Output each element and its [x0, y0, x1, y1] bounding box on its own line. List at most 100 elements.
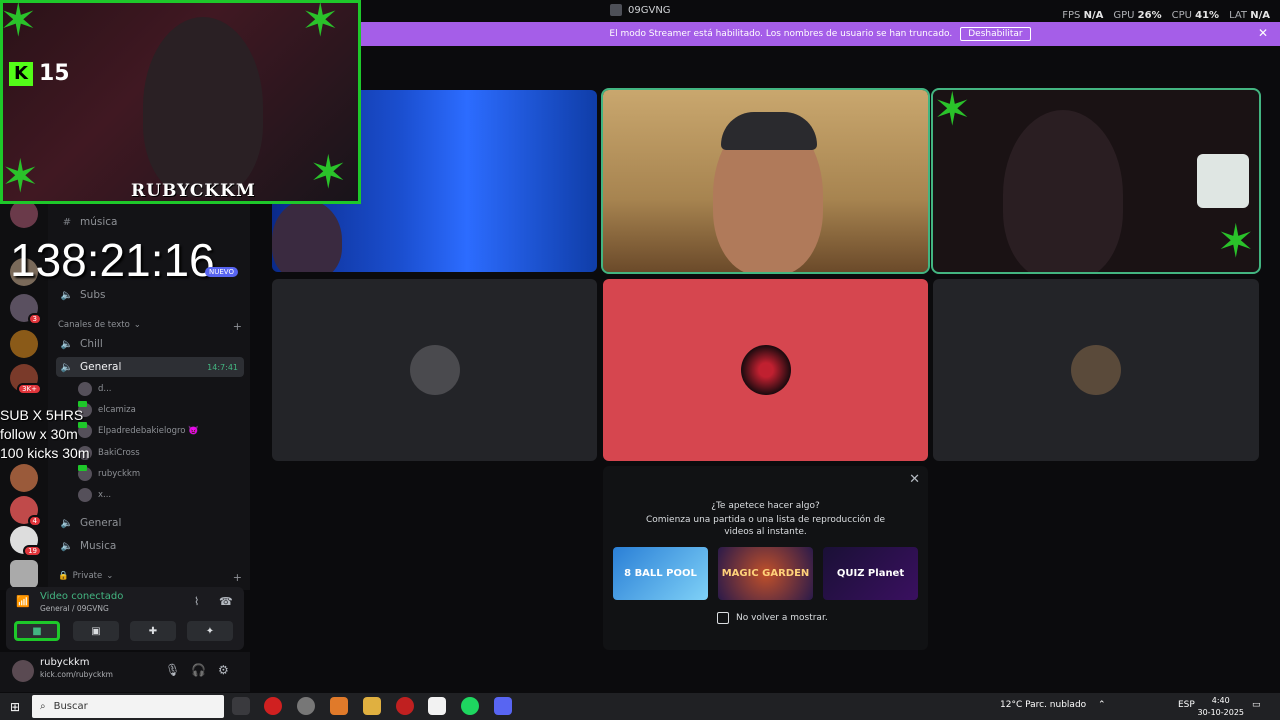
- category-text-channels[interactable]: Canales de texto ⌄ +: [58, 320, 242, 333]
- leaf-decoration: ✶: [1216, 214, 1255, 268]
- camera-icon: [78, 465, 87, 471]
- video-tile-speaking[interactable]: [601, 88, 930, 274]
- server-icon[interactable]: 3: [10, 294, 42, 325]
- taskbar: ⊞ ⌕ Buscar 12°C Parc. nublado ⌃ ESP 4:40…: [0, 693, 1280, 720]
- activities-button[interactable]: ✚: [130, 621, 176, 641]
- voice-user[interactable]: BakiCross: [78, 444, 242, 462]
- video-tile-avatar[interactable]: [272, 279, 597, 461]
- avatar: [409, 345, 460, 395]
- search-placeholder: Buscar: [53, 701, 88, 712]
- taskbar-clock[interactable]: 4:40 30-10-2025: [1198, 695, 1245, 719]
- voice-connection-panel: 📶 Video conectado General / 09GVNG ⌇ ☎ ■…: [6, 587, 244, 650]
- streamer-video: [143, 17, 263, 197]
- voice-user[interactable]: d...: [78, 380, 242, 398]
- folder-icon[interactable]: [363, 697, 381, 715]
- soundboard-button[interactable]: ✦: [187, 621, 233, 641]
- lock-icon: 🔒: [58, 571, 69, 581]
- channel-chill[interactable]: 🔈 Chill: [56, 334, 244, 354]
- stat-fps: FPS N/A: [1062, 10, 1104, 21]
- game-magic-garden[interactable]: MAGIC GARDEN: [718, 547, 813, 600]
- app-icon[interactable]: [330, 697, 348, 715]
- windows-start-icon[interactable]: ⊞: [10, 700, 20, 714]
- voice-status[interactable]: Video conectado: [40, 591, 123, 602]
- noise-suppression-icon[interactable]: ⌇: [194, 595, 199, 608]
- notification-badge: 19: [23, 545, 42, 557]
- channel-general-active[interactable]: 🔈 General 14:7:41: [56, 357, 244, 377]
- server-icon[interactable]: [10, 560, 38, 588]
- subathon-rules: SUB X 5HRS follow x 30m 100 kicks 30m: [0, 407, 90, 461]
- channel-label: Chill: [80, 338, 103, 350]
- add-channel-icon[interactable]: +: [233, 320, 242, 333]
- server-icon[interactable]: 19: [10, 526, 42, 557]
- webcam-overlay: ✶ ✶ ✶ ✶ K 15 RUBYCKKM: [0, 0, 361, 204]
- stat-cpu: CPU 41%: [1171, 10, 1220, 21]
- signal-icon: 📶: [16, 595, 30, 608]
- window-title-text: 09GVNG: [628, 4, 671, 16]
- task-view-icon[interactable]: [232, 697, 250, 715]
- hash-icon: #: [62, 216, 72, 228]
- screen-share-button[interactable]: ▣: [73, 621, 119, 641]
- chevron-up-icon[interactable]: ⌃: [1098, 700, 1106, 710]
- participant-video: [272, 200, 342, 272]
- voice-user[interactable]: x...: [78, 486, 242, 504]
- close-icon[interactable]: ✕: [909, 472, 920, 487]
- discord-icon[interactable]: [494, 697, 512, 715]
- chevron-down-icon: ⌄: [133, 320, 141, 330]
- channel-general-voice[interactable]: 🔈 General: [56, 513, 244, 533]
- server-icon[interactable]: [10, 200, 38, 228]
- server-icon: [610, 4, 622, 16]
- voice-user[interactable]: elcamiza: [78, 401, 242, 419]
- disconnect-icon[interactable]: ☎: [219, 595, 233, 608]
- app-icon[interactable]: [297, 697, 315, 715]
- add-channel-icon[interactable]: +: [233, 571, 242, 584]
- dont-show-again-checkbox[interactable]: [717, 612, 729, 624]
- voice-channel[interactable]: General / 09GVNG: [40, 604, 109, 613]
- category-private[interactable]: 🔒 Private ⌄ +: [58, 571, 242, 584]
- channel-label: Musica: [80, 540, 117, 552]
- streamer-mode-message: El modo Streamer está habilitado. Los no…: [609, 29, 953, 39]
- app-icon[interactable]: [396, 697, 414, 715]
- server-icon[interactable]: 3K+: [10, 364, 42, 395]
- camera-button[interactable]: ■: [14, 621, 60, 641]
- weather-widget[interactable]: 12°C Parc. nublado: [1000, 700, 1086, 710]
- opera-icon[interactable]: [264, 697, 282, 715]
- video-tile-avatar[interactable]: [603, 279, 928, 461]
- video-tile-speaking[interactable]: ✶ ✶: [931, 88, 1261, 274]
- game-8-ball-pool[interactable]: 8 BALL POOL: [613, 547, 708, 600]
- game-quiz-planet[interactable]: QUIZ Planet: [823, 547, 918, 600]
- kick-counter: K 15: [9, 61, 70, 86]
- server-icon[interactable]: [10, 464, 38, 492]
- stat-lat: LAT N/A: [1229, 10, 1270, 21]
- speaker-icon: 🔈: [60, 338, 74, 350]
- activity-suggestion-card: ✕ ¿Te apetece hacer algo? Comienza una p…: [603, 466, 928, 650]
- chevron-down-icon: ⌄: [106, 571, 114, 581]
- speaker-icon: 🔈: [60, 361, 74, 373]
- close-icon[interactable]: ✕: [1258, 26, 1268, 40]
- category-label: Canales de texto: [58, 320, 130, 330]
- microphone-icon[interactable]: 🎙: [165, 663, 180, 677]
- participant-video: [1003, 110, 1123, 272]
- store-icon[interactable]: [428, 697, 446, 715]
- notifications-icon[interactable]: ▭: [1252, 700, 1261, 710]
- avatar: [78, 488, 92, 502]
- spotify-icon[interactable]: [461, 697, 479, 715]
- speaker-icon: 🔈: [60, 517, 74, 529]
- disable-streamer-button[interactable]: Deshabilitar: [960, 27, 1031, 41]
- video-tile-avatar[interactable]: [933, 279, 1259, 461]
- avatar[interactable]: [12, 660, 34, 682]
- headphones-icon[interactable]: 🎧: [191, 663, 206, 677]
- taskbar-search[interactable]: ⌕ Buscar: [32, 695, 224, 718]
- language-indicator[interactable]: ESP: [1178, 700, 1195, 710]
- user-name[interactable]: rubyckkm: [40, 657, 90, 668]
- channel-subs[interactable]: 🔈 Subs: [56, 285, 244, 305]
- channel-musica-voice[interactable]: 🔈 Musica: [56, 536, 244, 556]
- voice-user[interactable]: rubyckkm: [78, 465, 242, 483]
- server-icon[interactable]: [10, 330, 38, 358]
- leaf-decoration: ✶: [301, 0, 340, 47]
- server-icon[interactable]: 4: [10, 496, 42, 527]
- activity-subtitle: Comienza una partida o una lista de repr…: [646, 515, 885, 537]
- channel-musica[interactable]: # música: [56, 212, 244, 232]
- voice-user[interactable]: Elpadredebakielogro 👿: [78, 422, 242, 440]
- dont-show-again-label: No volver a mostrar.: [736, 613, 828, 623]
- gear-icon[interactable]: ⚙: [218, 663, 229, 677]
